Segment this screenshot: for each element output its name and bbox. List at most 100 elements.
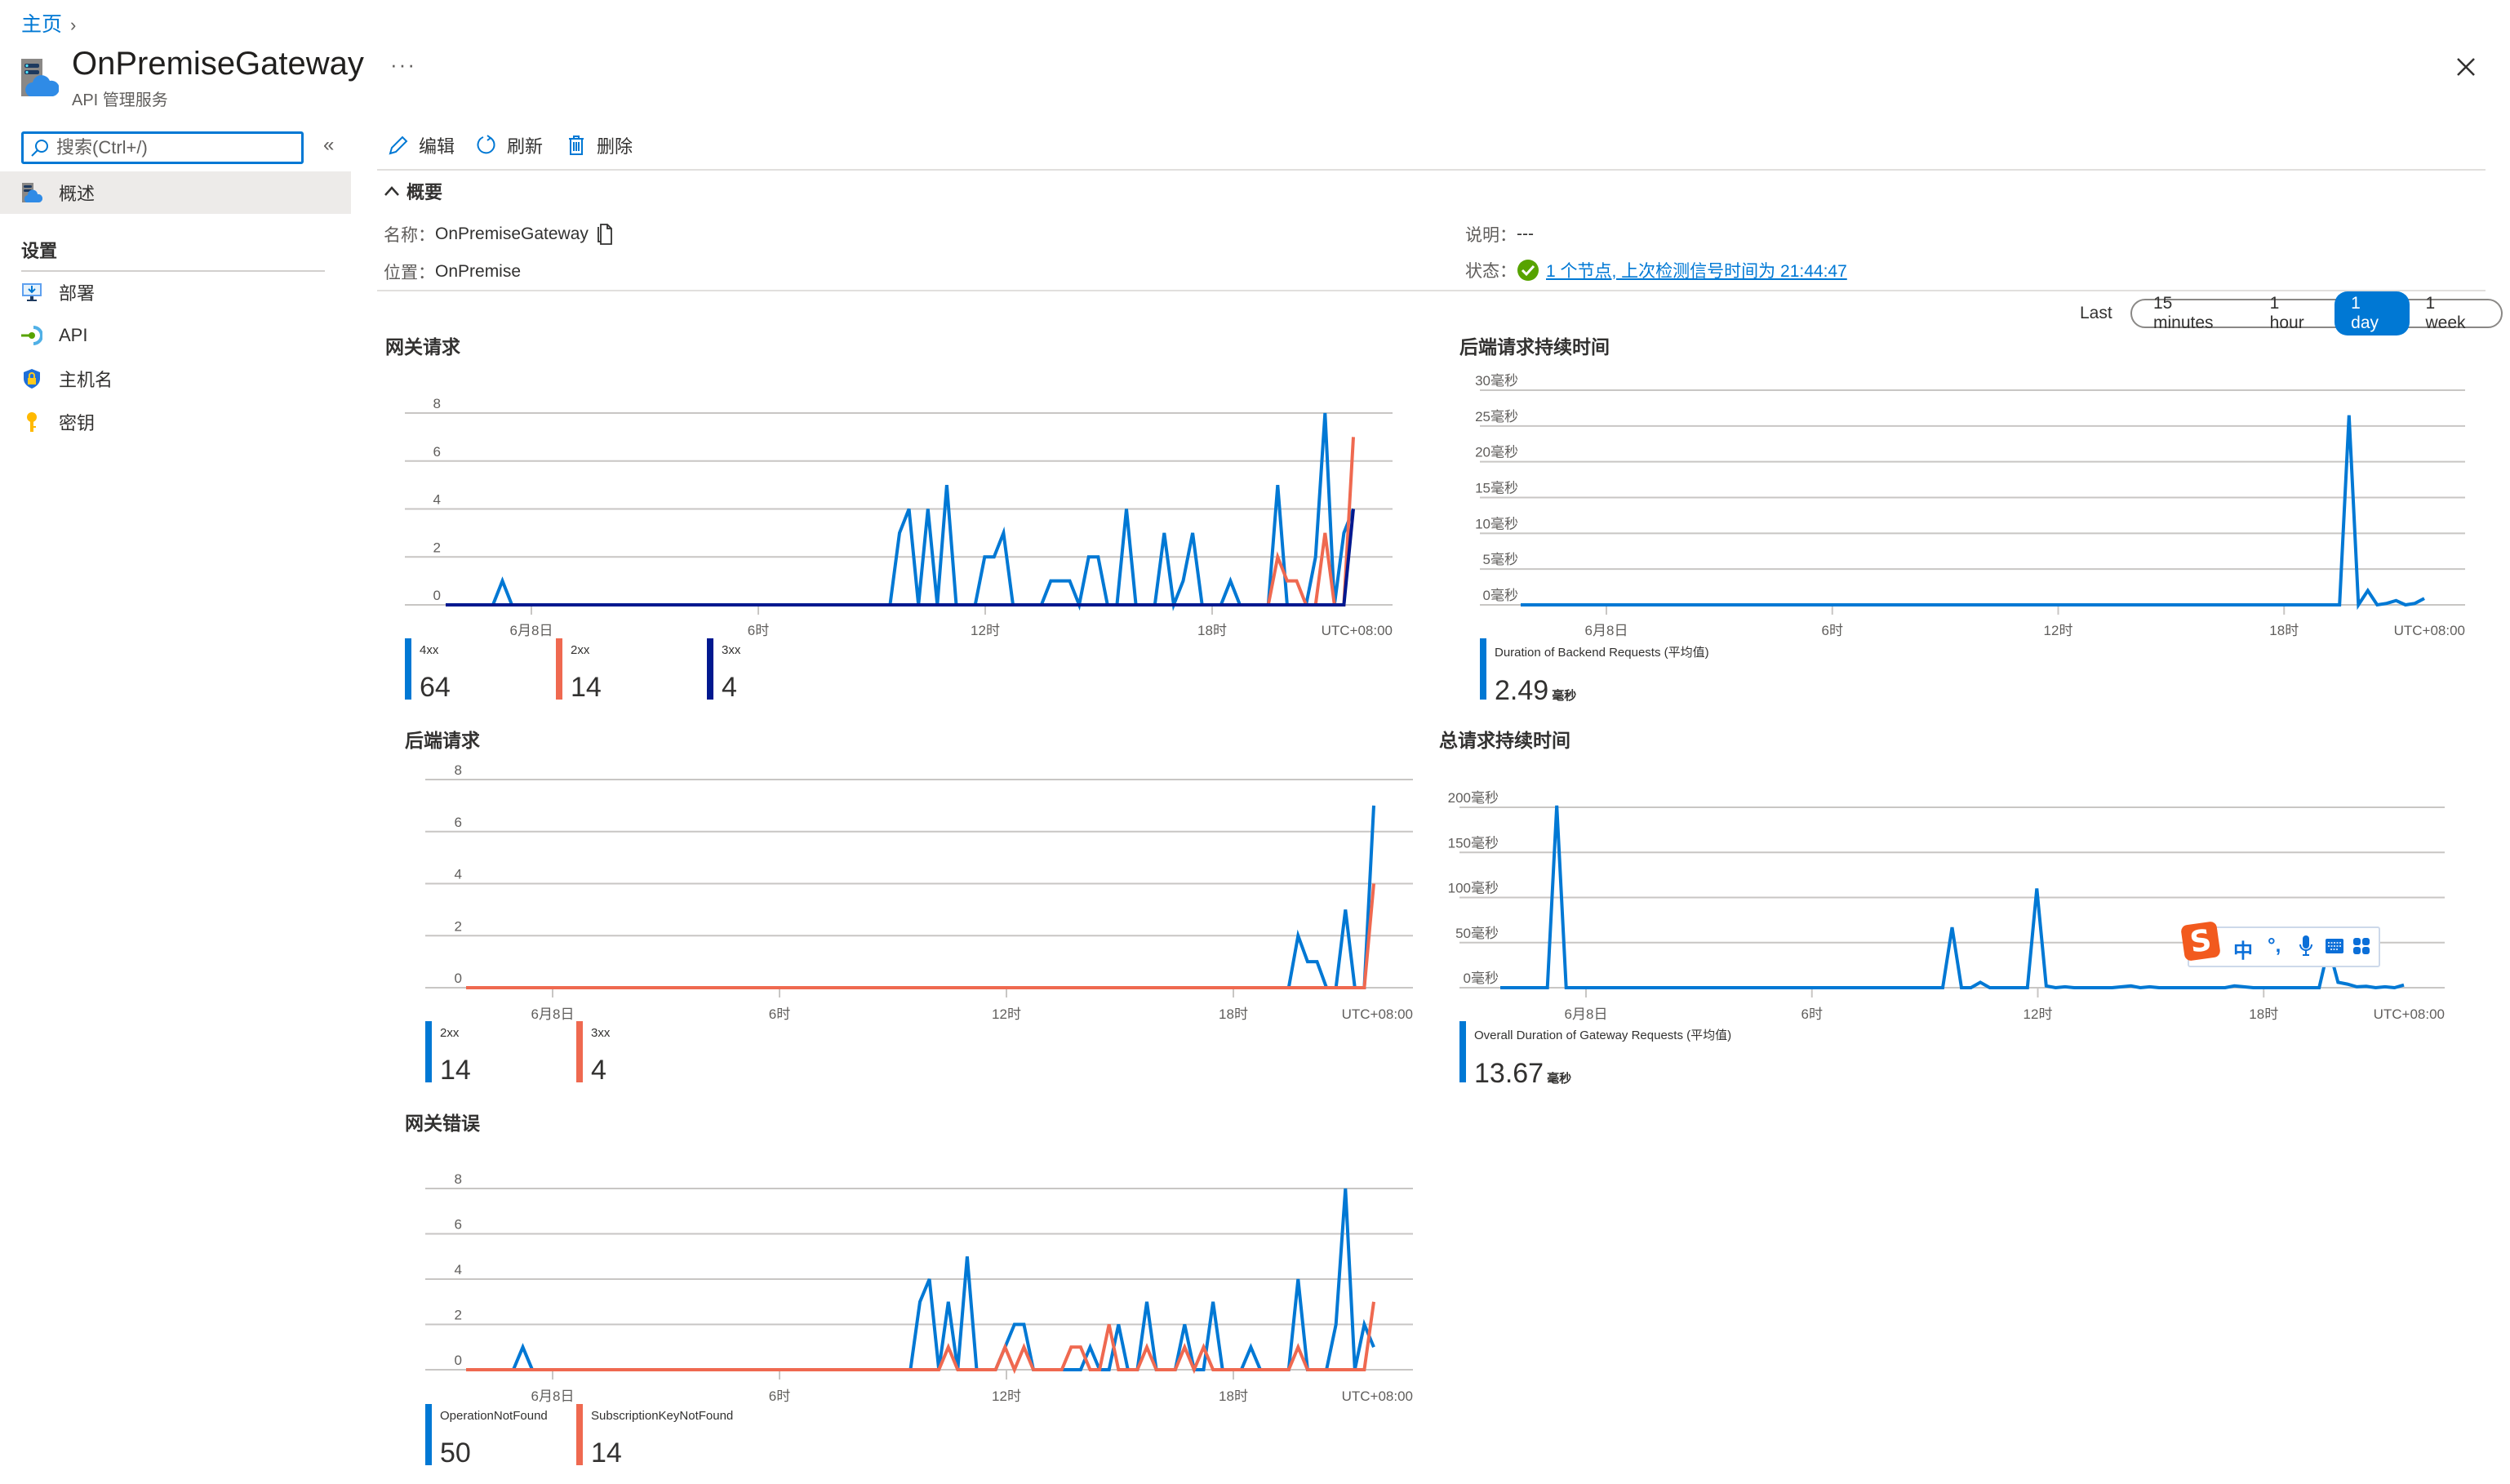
legend-total: 4 xyxy=(591,1055,606,1086)
y-tick-label: 10毫秒 xyxy=(1475,516,1518,531)
series-line-2xx[interactable] xyxy=(446,437,1355,606)
y-tick-label: 8 xyxy=(433,396,441,411)
time-range-1-hour[interactable]: 1 hour xyxy=(2254,291,2335,335)
breadcrumb-home-link[interactable]: 主页 xyxy=(21,13,62,36)
legend-color-bar xyxy=(576,1404,583,1465)
series-line-operationnotfound[interactable] xyxy=(466,1188,1375,1371)
legend-item[interactable]: Duration of Backend Requests (平均值) 2.49 毫秒 xyxy=(1480,638,1709,706)
y-tick-label: 15毫秒 xyxy=(1475,481,1518,496)
time-range-1-day[interactable]: 1 day xyxy=(2335,291,2410,335)
legend-total: 64 xyxy=(420,672,451,703)
legend-label: SubscriptionKeyNotFound xyxy=(591,1409,734,1423)
legend-color-bar xyxy=(1480,638,1486,700)
refresh-button[interactable]: 刷新 xyxy=(476,131,543,160)
x-tick-label: 6月8日 xyxy=(1565,1006,1608,1022)
x-tick-label: 12时 xyxy=(2024,1006,2053,1022)
legend-total: 4 xyxy=(722,672,737,703)
status-ok-icon xyxy=(1517,260,1539,281)
ime-punctuation[interactable]: °, xyxy=(2268,935,2281,957)
search-box[interactable] xyxy=(21,131,304,164)
property-description: 说明 ： --- xyxy=(1465,222,1534,247)
legend-item[interactable]: 4xx 64 xyxy=(405,638,451,703)
x-tick-label: 18时 xyxy=(1219,1388,1248,1404)
status-link[interactable]: 1 个节点, 上次检测信号时间为 21:44:47 xyxy=(1546,258,1847,282)
y-tick-label: 4 xyxy=(455,1262,462,1277)
ime-mode[interactable]: 中 xyxy=(2233,935,2253,963)
x-tick-label: UTC+08:00 xyxy=(1322,623,1393,638)
edit-button[interactable]: 编辑 xyxy=(388,131,455,160)
x-tick-label: UTC+08:00 xyxy=(1342,1388,1413,1404)
page-title: OnPremiseGateway xyxy=(72,46,364,82)
legend-unit: 毫秒 xyxy=(1552,689,1577,703)
legend-item[interactable]: 3xx 4 xyxy=(576,1021,611,1086)
x-tick-label: 6月8日 xyxy=(1585,623,1628,638)
x-tick-label: 6月8日 xyxy=(531,1006,575,1022)
sidebar-item-overview[interactable]: 概述 xyxy=(0,171,351,214)
api-icon xyxy=(21,326,42,345)
search-input[interactable] xyxy=(56,134,293,162)
legend-color-bar xyxy=(1459,1021,1466,1082)
copy-icon[interactable] xyxy=(597,224,615,245)
series-line-subscriptionkeynotfound[interactable] xyxy=(466,1301,1375,1375)
more-options-button[interactable]: ··· xyxy=(390,52,416,78)
delete-button[interactable]: 删除 xyxy=(566,131,633,160)
y-tick-label: 2 xyxy=(455,918,462,934)
microphone-icon[interactable] xyxy=(2299,935,2313,957)
x-tick-label: UTC+08:00 xyxy=(2374,1006,2445,1022)
legend-label: 3xx xyxy=(591,1026,611,1040)
y-tick-label: 0毫秒 xyxy=(1483,588,1518,603)
y-tick-label: 0毫秒 xyxy=(1464,971,1499,986)
y-tick-label: 2 xyxy=(433,540,441,555)
series-line-4xx[interactable] xyxy=(446,412,1355,611)
y-tick-label: 6 xyxy=(433,444,441,460)
y-tick-label: 8 xyxy=(455,1171,462,1187)
x-tick-label: 6时 xyxy=(748,623,769,638)
legend-item[interactable]: SubscriptionKeyNotFound 14 xyxy=(576,1404,734,1468)
property-status: 状态 ： 1 个节点, 上次检测信号时间为 21:44:47 xyxy=(1465,258,1847,282)
essentials-toggle[interactable]: 概要 xyxy=(384,178,442,204)
collapse-sidebar-button[interactable]: « xyxy=(323,134,334,157)
keyboard-icon[interactable] xyxy=(2325,938,2344,954)
essentials-header: 概要 xyxy=(406,182,443,202)
x-tick-label: UTC+08:00 xyxy=(1342,1006,1413,1022)
legend-item[interactable]: 2xx 14 xyxy=(556,638,602,703)
chart-gateway-errors: 0 2 4 6 8 6月8日 6时 12时 18时 UTC+08:00 xyxy=(425,1171,1413,1404)
toolbox-grid-icon[interactable] xyxy=(2352,937,2370,955)
chart-title-gateway-requests: 网关请求 xyxy=(385,336,460,358)
close-icon[interactable] xyxy=(2453,54,2479,80)
legend-unit: 毫秒 xyxy=(1547,1072,1572,1086)
x-tick-label: 6月8日 xyxy=(510,623,553,638)
y-tick-label: 0 xyxy=(455,971,462,986)
legend-item[interactable]: 3xx 4 xyxy=(707,638,740,703)
series-line-3xx[interactable] xyxy=(466,883,1375,989)
y-tick-label: 20毫秒 xyxy=(1475,445,1518,460)
x-tick-label: 6时 xyxy=(1822,623,1843,638)
legend-label: 2xx xyxy=(440,1026,460,1040)
time-range-15-minutes[interactable]: 15 minutes xyxy=(2137,291,2254,335)
y-tick-label: 6 xyxy=(455,815,462,830)
chart-gateway-requests: 0 2 4 6 8 6月8日 6时 12时 18时 UTC+08:00 xyxy=(405,396,1393,638)
sidebar-item-deployment[interactable]: 部署 xyxy=(21,276,95,309)
x-tick-label: UTC+08:00 xyxy=(2394,623,2465,638)
series-line-duration-of-backend-requests-[interactable] xyxy=(1521,415,2425,611)
legend-item[interactable]: 2xx 14 xyxy=(425,1021,471,1086)
legend-item[interactable]: Overall Duration of Gateway Requests (平均… xyxy=(1459,1021,1731,1089)
legend-color-bar xyxy=(425,1404,432,1465)
breadcrumb-separator: › xyxy=(70,15,77,35)
property-name: 名称 ： OnPremiseGateway xyxy=(384,222,615,247)
sidebar-item-api[interactable]: API xyxy=(21,319,87,352)
gateway-resource-icon xyxy=(21,59,59,96)
chart-backend-requests: 0 2 4 6 8 6月8日 6时 12时 18时 UTC+08:00 xyxy=(425,762,1413,1022)
sidebar-item-label: API xyxy=(59,325,88,345)
y-tick-label: 0 xyxy=(433,588,441,603)
trash-icon xyxy=(569,136,584,155)
time-range-1-week[interactable]: 1 week xyxy=(2410,291,2497,335)
sidebar-item-hostname[interactable]: 主机名 xyxy=(21,362,113,395)
sidebar-item-keys[interactable]: 密钥 xyxy=(21,406,95,438)
series-line-3xx[interactable] xyxy=(446,509,1355,606)
series-line-2xx[interactable] xyxy=(466,805,1375,989)
sidebar-divider xyxy=(21,270,325,272)
legend-item[interactable]: OperationNotFound 50 xyxy=(425,1404,548,1468)
y-tick-label: 100毫秒 xyxy=(1448,881,1499,896)
ime-toolbar[interactable]: S 中 °, xyxy=(2180,921,2380,967)
